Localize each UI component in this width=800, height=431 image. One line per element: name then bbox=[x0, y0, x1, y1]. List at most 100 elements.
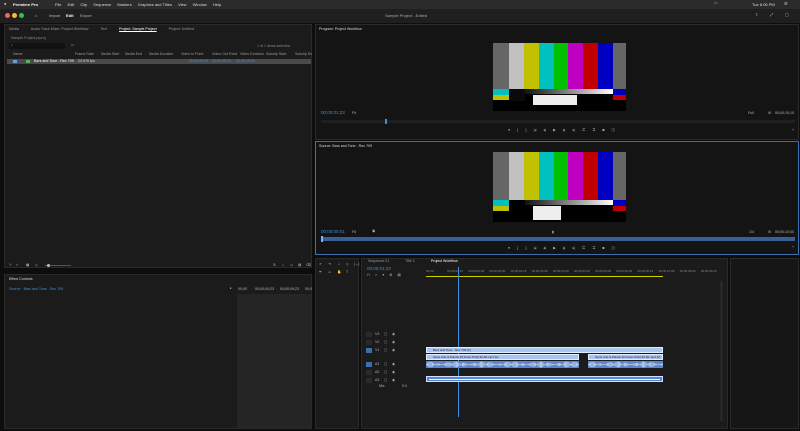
track-header-2[interactable]: V1 ▢ ◉ bbox=[362, 347, 426, 354]
close-window-button[interactable] bbox=[5, 13, 10, 18]
program-mark-in-icon[interactable]: { bbox=[517, 128, 518, 133]
work-area-bar[interactable] bbox=[426, 276, 663, 277]
column-header-4[interactable]: Media Duration bbox=[149, 52, 173, 57]
sort-icon[interactable]: ⇅ bbox=[273, 263, 276, 268]
program-timecode[interactable]: 00;00;01;23 bbox=[321, 110, 345, 116]
lock-icon[interactable]: ▢ bbox=[384, 332, 387, 337]
source-insert-icon[interactable]: ⊏ bbox=[582, 246, 585, 251]
marker-icon[interactable]: ▾ bbox=[382, 273, 384, 278]
slip-tool-icon[interactable]: |↔| bbox=[354, 262, 359, 267]
source-scrubber[interactable] bbox=[321, 236, 795, 242]
find-icon[interactable]: ⌕ bbox=[282, 263, 284, 268]
menu-item-1[interactable]: Edit bbox=[67, 2, 74, 7]
wrench-settings-icon[interactable]: ⚙ bbox=[389, 273, 392, 278]
freeform-view-icon[interactable]: ◇ bbox=[35, 263, 38, 268]
eye-icon[interactable]: ◉ bbox=[392, 348, 395, 353]
clip-v2[interactable]: Bars and Tone - Rec 709 [V] bbox=[426, 347, 663, 353]
column-header-8[interactable]: Subclip Start bbox=[266, 52, 286, 57]
fullscreen-icon[interactable]: ⤢ bbox=[770, 13, 773, 17]
track-select-icon[interactable]: ⇥ bbox=[328, 262, 331, 267]
track-header-5[interactable]: A3 ▢ ◉ bbox=[362, 377, 426, 384]
menu-item-5[interactable]: Graphics and Titles bbox=[138, 2, 172, 7]
play-only-icon[interactable]: ▸ bbox=[230, 286, 232, 291]
source-timecode[interactable]: 00;00;00;01 bbox=[321, 229, 345, 235]
tab-export[interactable]: Export bbox=[80, 14, 92, 18]
menu-item-8[interactable]: Help bbox=[213, 2, 221, 7]
source-playhead[interactable] bbox=[321, 236, 323, 242]
column-header-6[interactable]: Video Out Point bbox=[212, 52, 237, 57]
timeline-tab-2[interactable]: Project Workflow bbox=[431, 259, 458, 264]
program-zoom[interactable]: Fit bbox=[352, 111, 356, 116]
program-comparison-icon[interactable]: ◫ bbox=[612, 128, 615, 133]
source-go-to-out-icon[interactable]: ▸| bbox=[573, 246, 576, 251]
program-go-to-out-icon[interactable]: ▸| bbox=[573, 128, 576, 133]
tab-import[interactable]: Import bbox=[49, 14, 60, 18]
column-header-2[interactable]: Media Start bbox=[101, 52, 119, 57]
menu-item-3[interactable]: Sequence bbox=[93, 2, 111, 7]
source-mark-out-icon[interactable]: } bbox=[525, 246, 526, 251]
source-comparison-icon[interactable]: ◫ bbox=[612, 246, 615, 251]
column-header-9[interactable]: Subclip En bbox=[295, 52, 312, 57]
new-bin-icon[interactable]: ▭ bbox=[71, 43, 74, 48]
lock-icon[interactable]: ▢ bbox=[384, 378, 387, 383]
table-row[interactable]: Bars and Tone - Rec 709 23.976 fps 00;00… bbox=[7, 59, 311, 64]
captions-icon[interactable]: ▤ bbox=[397, 273, 400, 278]
home-icon[interactable]: ⌂ bbox=[35, 13, 37, 18]
program-monitor-tab[interactable]: Program: Project Workflow bbox=[319, 27, 362, 32]
source-patch[interactable] bbox=[366, 348, 372, 353]
share-icon[interactable]: ⇪ bbox=[755, 13, 758, 17]
zoom-slider[interactable] bbox=[45, 263, 71, 267]
menu-item-2[interactable]: Clip bbox=[80, 2, 87, 7]
source-wrench-icon[interactable]: ⚙ bbox=[768, 230, 771, 235]
source-monitor-tab[interactable]: Source: Bars and Tone - Rec 709 bbox=[319, 144, 372, 149]
type-tool-icon[interactable]: T bbox=[346, 270, 348, 275]
source-add-button-icon[interactable]: + bbox=[792, 245, 794, 250]
source-export-frame-icon[interactable]: ◙ bbox=[602, 246, 604, 251]
lock-icon[interactable]: ▢ bbox=[384, 340, 387, 345]
track-header-3[interactable]: A1 ▢ ◉ bbox=[362, 361, 426, 368]
source-patch[interactable] bbox=[366, 362, 372, 367]
source-patch[interactable] bbox=[366, 370, 372, 375]
pen-tool-icon[interactable]: ✒ bbox=[319, 270, 322, 275]
timeline-timecode[interactable]: 00;00;01;23 bbox=[367, 266, 391, 272]
trash-icon[interactable]: ⌫ bbox=[306, 263, 311, 268]
source-patch[interactable] bbox=[366, 340, 372, 345]
source-mark-in-icon[interactable]: { bbox=[517, 246, 518, 251]
source-marker-icon[interactable]: ● bbox=[508, 246, 510, 251]
pencil-icon[interactable]: ✎ bbox=[9, 263, 12, 268]
program-overwrite-icon[interactable]: ⊐ bbox=[592, 128, 595, 133]
audio-clip-a2[interactable] bbox=[426, 376, 663, 382]
program-playhead[interactable] bbox=[385, 119, 387, 124]
program-scrubber[interactable] bbox=[321, 119, 795, 124]
program-marker-icon[interactable]: ● bbox=[508, 128, 510, 133]
project-tab-0[interactable]: Media bbox=[9, 27, 19, 32]
project-tab-4[interactable]: Project: Untitled bbox=[169, 27, 194, 32]
tab-edit[interactable]: Edit bbox=[66, 14, 74, 18]
column-header-5[interactable]: Video In Point bbox=[181, 52, 203, 57]
program-insert-icon[interactable]: ⊏ bbox=[582, 128, 585, 133]
menu-item-7[interactable]: Window bbox=[193, 2, 207, 7]
eye-icon[interactable]: ◉ bbox=[392, 370, 395, 375]
source-zoom[interactable]: Fit bbox=[352, 230, 356, 235]
source-patch[interactable] bbox=[366, 378, 372, 383]
apple-icon[interactable]: ● bbox=[4, 2, 6, 6]
eye-icon[interactable]: ◉ bbox=[392, 378, 395, 383]
razor-icon[interactable]: ◇ bbox=[346, 262, 349, 267]
project-tab-1[interactable]: Audio Track Mixer: Project Workflow bbox=[31, 27, 89, 32]
column-header-1[interactable]: Frame Rate bbox=[75, 52, 94, 57]
track-header-0[interactable]: V3 ▢ ◉ bbox=[362, 331, 426, 338]
column-header-7[interactable]: Video Duration bbox=[240, 52, 264, 57]
menu-item-0[interactable]: File bbox=[55, 2, 61, 7]
program-fraction[interactable]: Full bbox=[748, 111, 754, 116]
timeline-tab-0[interactable]: Sequence 01 bbox=[368, 259, 389, 264]
app-name[interactable]: Premiere Pro bbox=[13, 2, 38, 7]
minimize-window-button[interactable] bbox=[12, 13, 17, 18]
lock-icon[interactable]: ▢ bbox=[384, 370, 387, 375]
control-center-icon[interactable]: ☰ bbox=[784, 2, 788, 6]
source-patch[interactable] bbox=[366, 332, 372, 337]
clip-v1a[interactable]: Opus Arte & Pianist [N Dovin Pistl] 30-6… bbox=[426, 354, 579, 360]
list-view-icon[interactable]: ≡ bbox=[16, 263, 18, 268]
mix-value[interactable]: 0.0 bbox=[402, 384, 407, 389]
source-marker-icon[interactable]: ▮ bbox=[552, 230, 554, 235]
linked-icon[interactable]: ∩ bbox=[375, 273, 378, 278]
